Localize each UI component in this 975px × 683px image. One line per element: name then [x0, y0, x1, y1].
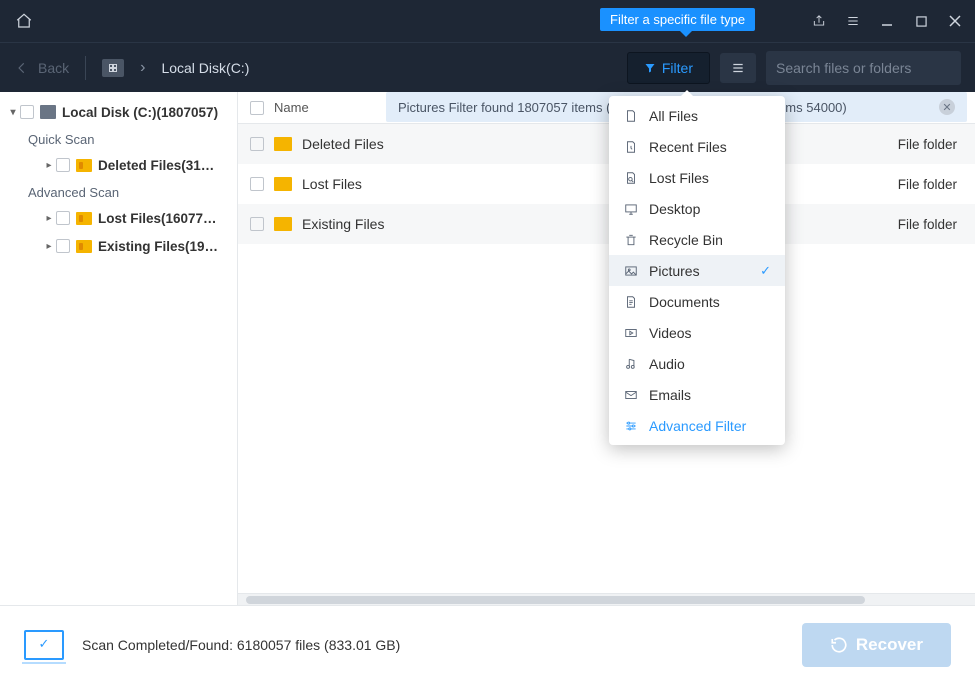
tree-item[interactable]: ▸ Deleted Files(31…: [0, 151, 237, 179]
pictures-icon: [623, 263, 639, 279]
folder-icon: [76, 212, 92, 225]
tree-root[interactable]: ▾ Local Disk (C:)(1807057): [0, 98, 237, 126]
search-input[interactable]: [776, 60, 957, 76]
section-advanced-scan: Advanced Scan: [0, 179, 237, 204]
tree-root-label: Local Disk (C:)(1807057): [62, 105, 218, 120]
select-all-checkbox[interactable]: [250, 101, 264, 115]
chevron-right-icon[interactable]: ▸: [42, 213, 56, 224]
titlebar: Filter a specific file type: [0, 0, 975, 42]
file-type: File folder: [898, 217, 963, 232]
tree-item-label: Existing Files(19…: [98, 239, 218, 254]
content-pane: Name Pictures Filter found 1807057 items…: [238, 92, 975, 605]
filter-label: Filter: [662, 60, 693, 76]
breadcrumb-separator: ›: [140, 59, 145, 77]
filter-option-recent-files[interactable]: Recent Files: [609, 131, 785, 162]
chevron-down-icon[interactable]: ▾: [6, 107, 20, 118]
maximize-icon[interactable]: [913, 13, 929, 29]
file-name: Existing Files: [302, 216, 898, 232]
recycle-icon: [623, 232, 639, 248]
checkbox[interactable]: [250, 217, 264, 231]
filter-option-advanced[interactable]: Advanced Filter: [609, 410, 785, 441]
toolbar: Back › Local Disk(C:) Filter: [0, 42, 975, 92]
file-name: Lost Files: [302, 176, 898, 192]
recover-label: Recover: [856, 635, 923, 655]
check-icon: ✓: [760, 263, 771, 279]
horizontal-scrollbar[interactable]: [238, 593, 975, 605]
divider: [85, 56, 86, 80]
tree-item-label: Deleted Files(31…: [98, 158, 214, 173]
checkbox[interactable]: [56, 239, 70, 253]
chevron-right-icon[interactable]: ▸: [42, 160, 56, 171]
back-button[interactable]: Back: [14, 60, 69, 76]
home-icon[interactable]: [12, 9, 36, 33]
file-list: Deleted Files File folder Lost Files Fil…: [238, 124, 975, 593]
file-type: File folder: [898, 177, 963, 192]
search-box[interactable]: [766, 51, 961, 85]
folder-icon: [76, 240, 92, 253]
folder-icon: [274, 177, 292, 191]
folder-icon: [274, 217, 292, 231]
filter-option-desktop[interactable]: Desktop: [609, 193, 785, 224]
documents-icon: [623, 294, 639, 310]
filter-option-emails[interactable]: Emails: [609, 379, 785, 410]
filter-option-videos[interactable]: Videos: [609, 317, 785, 348]
filter-option-all-files[interactable]: All Files: [609, 100, 785, 131]
filter-option-pictures[interactable]: Pictures ✓: [609, 255, 785, 286]
file-type: File folder: [898, 137, 963, 152]
file-name: Deleted Files: [302, 136, 898, 152]
filter-option-recycle-bin[interactable]: Recycle Bin: [609, 224, 785, 255]
checkbox[interactable]: [56, 158, 70, 172]
main-area: ▾ Local Disk (C:)(1807057) Quick Scan ▸ …: [0, 92, 975, 605]
scan-status: Scan Completed/Found: 6180057 files (833…: [82, 637, 400, 653]
footer: Scan Completed/Found: 6180057 files (833…: [0, 605, 975, 683]
checkbox[interactable]: [56, 211, 70, 225]
filter-dropdown: All Files Recent Files Lost Files Deskto…: [609, 96, 785, 445]
emails-icon: [623, 387, 639, 403]
window-controls: [811, 13, 963, 29]
column-name[interactable]: Name: [274, 100, 309, 115]
chevron-right-icon[interactable]: ▸: [42, 241, 56, 252]
file-row[interactable]: Deleted Files File folder: [238, 124, 975, 164]
view-list-button[interactable]: [720, 53, 756, 83]
checkbox[interactable]: [250, 137, 264, 151]
share-icon[interactable]: [811, 13, 827, 29]
file-icon: [623, 108, 639, 124]
desktop-icon: [623, 201, 639, 217]
tree-item-label: Lost Files(16077…: [98, 211, 217, 226]
filter-option-audio[interactable]: Audio: [609, 348, 785, 379]
section-quick-scan: Quick Scan: [0, 126, 237, 151]
sidebar: ▾ Local Disk (C:)(1807057) Quick Scan ▸ …: [0, 92, 238, 605]
audio-icon: [623, 356, 639, 372]
close-icon[interactable]: [947, 13, 963, 29]
drive-icon: [40, 105, 56, 119]
filter-option-documents[interactable]: Documents: [609, 286, 785, 317]
filter-tooltip: Filter a specific file type: [600, 8, 755, 31]
back-label: Back: [38, 60, 69, 76]
scan-complete-icon: [24, 630, 64, 660]
lost-icon: [623, 170, 639, 186]
checkbox[interactable]: [20, 105, 34, 119]
recent-icon: [623, 139, 639, 155]
minimize-icon[interactable]: [879, 13, 895, 29]
file-row[interactable]: Lost Files File folder: [238, 164, 975, 204]
videos-icon: [623, 325, 639, 341]
drive-icon: [102, 59, 124, 77]
folder-icon: [76, 159, 92, 172]
recover-button[interactable]: Recover: [802, 623, 951, 667]
filter-option-lost-files[interactable]: Lost Files: [609, 162, 785, 193]
sliders-icon: [623, 418, 639, 434]
file-row[interactable]: Existing Files File folder: [238, 204, 975, 244]
close-banner-icon[interactable]: ✕: [939, 99, 955, 115]
tree-item[interactable]: ▸ Existing Files(19…: [0, 232, 237, 260]
folder-icon: [274, 137, 292, 151]
tree-item[interactable]: ▸ Lost Files(16077…: [0, 204, 237, 232]
filter-button[interactable]: Filter: [627, 52, 710, 84]
checkbox[interactable]: [250, 177, 264, 191]
menu-icon[interactable]: [845, 13, 861, 29]
breadcrumb[interactable]: Local Disk(C:): [161, 60, 249, 76]
